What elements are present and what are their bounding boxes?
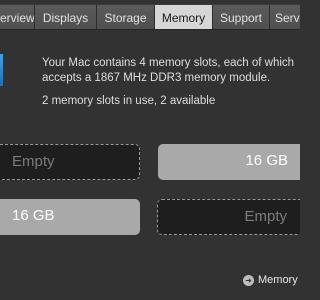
about-this-mac-window: erview Displays Storage Memory Support S… <box>0 0 300 300</box>
tab-overview[interactable]: erview <box>0 4 35 30</box>
tab-service[interactable]: Serv <box>270 4 300 30</box>
memory-usage-summary: 2 memory slots in use, 2 available <box>42 95 216 107</box>
tab-bar: erview Displays Storage Memory Support S… <box>0 4 300 30</box>
memory-slot-1: Empty <box>0 144 140 180</box>
tab-memory[interactable]: Memory <box>155 4 213 30</box>
tab-storage[interactable]: Storage <box>97 4 155 30</box>
tab-support[interactable]: Support <box>213 4 270 30</box>
memory-support-link[interactable]: ➜ Memory <box>243 272 298 288</box>
memory-slot-3: 16 GB <box>0 199 140 235</box>
memory-info: Your Mac contains 4 memory slots, each o… <box>42 56 298 107</box>
memory-support-link-label: Memory <box>258 274 298 286</box>
tab-displays[interactable]: Displays <box>35 4 97 30</box>
mac-image-edge <box>0 54 3 86</box>
memory-description: Your Mac contains 4 memory slots, each o… <box>42 57 295 84</box>
arrow-circle-icon: ➜ <box>243 274 254 286</box>
memory-slot-4: Empty <box>157 199 300 235</box>
memory-slot-2: 16 GB <box>158 144 300 180</box>
